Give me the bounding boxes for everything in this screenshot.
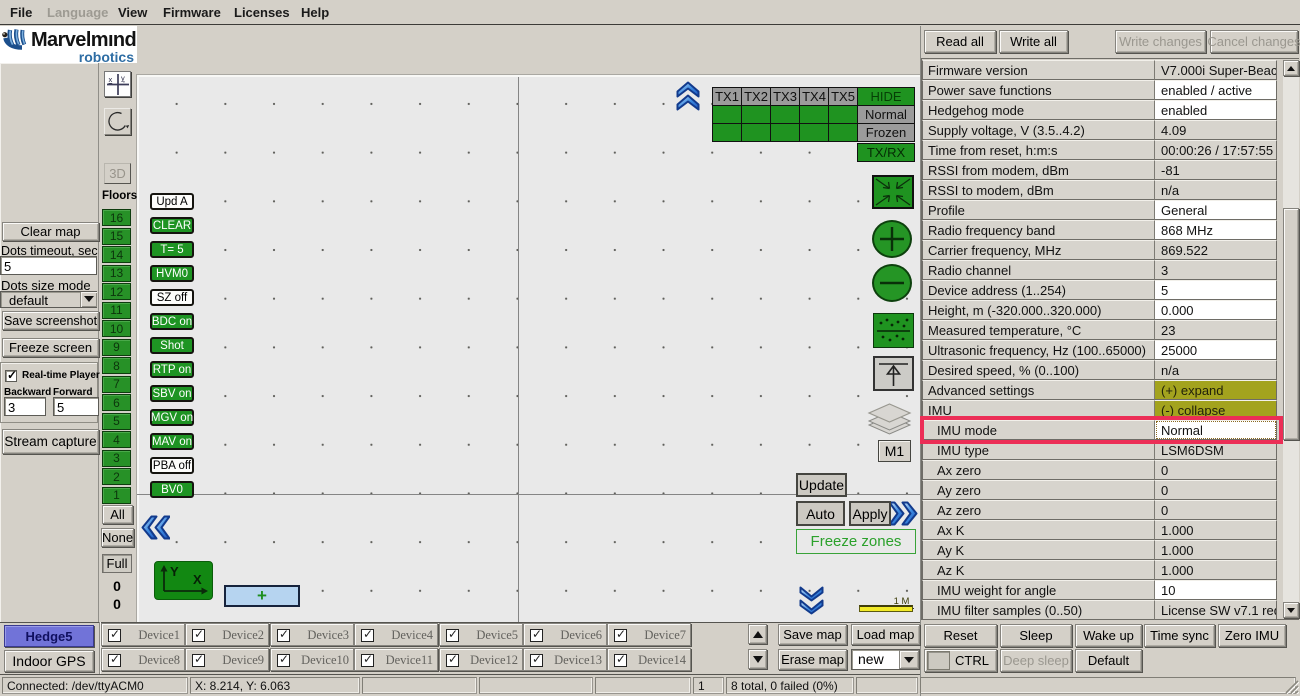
svg-text:Y: Y (170, 564, 179, 579)
svg-text:y: y (121, 74, 125, 83)
svg-text:X: X (193, 572, 202, 587)
svg-text:x: x (109, 75, 113, 84)
